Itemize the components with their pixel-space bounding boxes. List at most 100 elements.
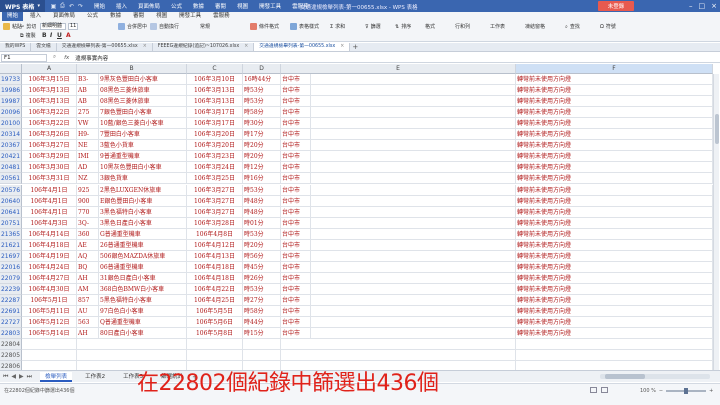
cell-location[interactable]: 台中市	[281, 317, 311, 329]
column-header-a[interactable]: A	[22, 64, 77, 74]
cell-plate-prefix[interactable]: IMI	[77, 151, 99, 163]
cell-violation-date[interactable]: 106年3月10日	[187, 74, 243, 85]
cell-empty[interactable]	[311, 228, 516, 240]
cell-violation-fact[interactable]: 轉彎前未使用方向燈	[516, 295, 713, 306]
cell-violation-fact[interactable]: 轉彎前未使用方向燈	[516, 272, 713, 284]
cell-date-reported[interactable]: 106年4月27日	[22, 272, 77, 284]
cell-violation-fact[interactable]: 轉彎前未使用方向燈	[516, 328, 713, 340]
cell-empty[interactable]	[311, 217, 516, 229]
login-button[interactable]: 未登錄	[598, 1, 634, 11]
cell-empty[interactable]	[311, 129, 516, 141]
cell-location[interactable]: 台中市	[281, 129, 311, 141]
cell-violation-fact[interactable]: 轉彎前未使用方向燈	[516, 283, 713, 295]
ribbon-tab[interactable]: 頁面佈局	[48, 12, 80, 21]
ribbon-tab[interactable]: 雲服務	[208, 12, 235, 21]
find-button[interactable]: ⌕ 查找	[565, 23, 580, 31]
cell-empty[interactable]	[516, 361, 713, 370]
cell-location[interactable]: 台中市	[281, 295, 311, 306]
cell-empty[interactable]	[22, 350, 77, 362]
cell-date-reported[interactable]: 106年3月22日	[22, 107, 77, 119]
cell-location[interactable]: 台中市	[281, 85, 311, 97]
table-row[interactable]: 20421 106年3月29日 IMI 9普通重型機車 106年3月23日 時20分 台中市…	[0, 151, 720, 163]
cut-button[interactable]: ✂ 剪切	[20, 23, 36, 31]
cell-date-reported[interactable]: 106年3月27日	[22, 140, 77, 152]
row-number[interactable]: 22804	[0, 339, 22, 351]
ribbon-tab[interactable]: 公式	[82, 12, 103, 21]
row-number[interactable]: 21621	[0, 239, 22, 251]
cell-empty[interactable]	[311, 74, 516, 85]
cell-violation-date[interactable]: 106年5月5日	[187, 306, 243, 318]
cell-plate-prefix[interactable]: BQ	[77, 261, 99, 273]
wrap-text-button[interactable]: 自動換行	[150, 23, 179, 30]
cell-plate-prefix[interactable]: 360	[77, 228, 99, 240]
table-row[interactable]: 20096 106年3月22日 275 7銀色豐田白小客車 106年3月17日 時58分台…	[0, 107, 720, 119]
table-row[interactable]: 22691 106年5月11日 AU 97白色白小客車 106年5月5日 時58分 台中市 轉…	[0, 306, 720, 318]
menu-item[interactable]: 數據	[193, 2, 204, 10]
cell-vehicle[interactable]: 3銀色貨車	[99, 173, 187, 185]
cell-plate-prefix[interactable]: AH	[77, 328, 99, 340]
row-number[interactable]: 22079	[0, 272, 22, 284]
cell-vehicle[interactable]: 2黑色LUXGEN休旅車	[99, 184, 187, 196]
font-name-select[interactable]: 新細明體	[40, 23, 66, 30]
cell-date-reported[interactable]: 106年5月1日	[22, 295, 77, 306]
cell-violation-fact[interactable]: 轉彎前未使用方向燈	[516, 306, 713, 318]
cell-empty[interactable]	[187, 350, 243, 362]
cell-empty[interactable]	[243, 339, 281, 351]
cell-empty[interactable]	[311, 328, 516, 340]
cell-violation-date[interactable]: 106年4月18日	[187, 261, 243, 273]
document-tab[interactable]: 交通違規檢舉列表-第一00655.xlsx ×	[57, 43, 153, 51]
symbol-button[interactable]: Ω 符號	[600, 23, 616, 31]
cell-plate-prefix[interactable]: AQ	[77, 250, 99, 262]
cell-empty[interactable]	[22, 339, 77, 351]
menu-item[interactable]: 頁面佈局	[138, 2, 160, 10]
row-number[interactable]: 19987	[0, 96, 22, 108]
cell-violation-time[interactable]: 時20分	[243, 151, 281, 163]
number-format-select[interactable]: 常規	[200, 23, 210, 30]
cell-vehicle[interactable]: 368白色BMW白小客車	[99, 283, 187, 295]
cell-vehicle[interactable]: 97白色白小客車	[99, 306, 187, 318]
cell-violation-date[interactable]: 106年3月17日	[187, 107, 243, 119]
cell-vehicle[interactable]: E銀色豐田白小客車	[99, 195, 187, 207]
cell-date-reported[interactable]: 106年4月1日	[22, 195, 77, 207]
menu-item[interactable]: 視圖	[237, 2, 248, 10]
cell-vehicle[interactable]: 9黑灰色豐田白小客車	[99, 74, 187, 85]
cell-empty[interactable]	[311, 306, 516, 318]
cell-empty[interactable]	[77, 350, 187, 362]
table-row[interactable]: 20640 106年4月1日 900 E銀色豐田白小客車 106年3月27日 時48分 台中…	[0, 195, 720, 207]
minimize-icon[interactable]: –	[689, 2, 693, 10]
filter-button[interactable]: ⊽ 篩選	[365, 23, 381, 31]
row-number[interactable]: 20421	[0, 151, 22, 163]
cell-vehicle[interactable]: 08黑色三菱休旅車	[99, 96, 187, 108]
cell-vehicle[interactable]: Q普通重型機車	[99, 317, 187, 329]
cell-location[interactable]: 台中市	[281, 283, 311, 295]
cell-location[interactable]: 台中市	[281, 107, 311, 119]
cell-location[interactable]: 台中市	[281, 162, 311, 174]
cell-violation-fact[interactable]: 轉彎前未使用方向燈	[516, 261, 713, 273]
cell-plate-prefix[interactable]: 925	[77, 184, 99, 196]
cell-location[interactable]: 台中市	[281, 195, 311, 207]
table-row[interactable]: 20751 106年4月3日 3Q- 3黑色日產白小客車 106年3月28日 時01分 台中…	[0, 217, 720, 229]
cell-violation-fact[interactable]: 轉彎前未使用方向燈	[516, 129, 713, 141]
cell-date-reported[interactable]: 106年4月1日	[22, 206, 77, 218]
cell-violation-fact[interactable]: 轉彎前未使用方向燈	[516, 217, 713, 229]
cell-date-reported[interactable]: 106年5月12日	[22, 317, 77, 329]
cell-empty[interactable]	[311, 151, 516, 163]
cell-location[interactable]: 台中市	[281, 184, 311, 196]
cell-violation-time[interactable]: 時27分	[243, 295, 281, 306]
cell-violation-time[interactable]: 時17分	[243, 129, 281, 141]
cell-date-reported[interactable]: 106年4月19日	[22, 250, 77, 262]
font-size-select[interactable]: 11	[68, 23, 78, 30]
cell-vehicle[interactable]: 3藍色小貨車	[99, 140, 187, 152]
new-tab-icon[interactable]: +	[350, 43, 360, 51]
cell-location[interactable]: 台中市	[281, 96, 311, 108]
ribbon-tab[interactable]: 開始	[2, 12, 24, 21]
row-number[interactable]: 22016	[0, 261, 22, 273]
cell-violation-time[interactable]: 時53分	[243, 283, 281, 295]
cell-location[interactable]: 台中市	[281, 151, 311, 163]
column-header-f[interactable]: F	[516, 64, 713, 74]
table-row[interactable]: 22239 106年4月30日 AM 368白色BMW白小客車 106年4月22日 時53…	[0, 283, 720, 295]
cell-violation-date[interactable]: 106年3月27日	[187, 195, 243, 207]
row-number[interactable]: 21697	[0, 250, 22, 262]
cell-violation-time[interactable]: 時15分	[243, 328, 281, 340]
spreadsheet-grid[interactable]: A B C D E F 19733 106年3月15日 B3- 9黑灰色豐田白小客車 106年3月1…	[0, 64, 720, 370]
